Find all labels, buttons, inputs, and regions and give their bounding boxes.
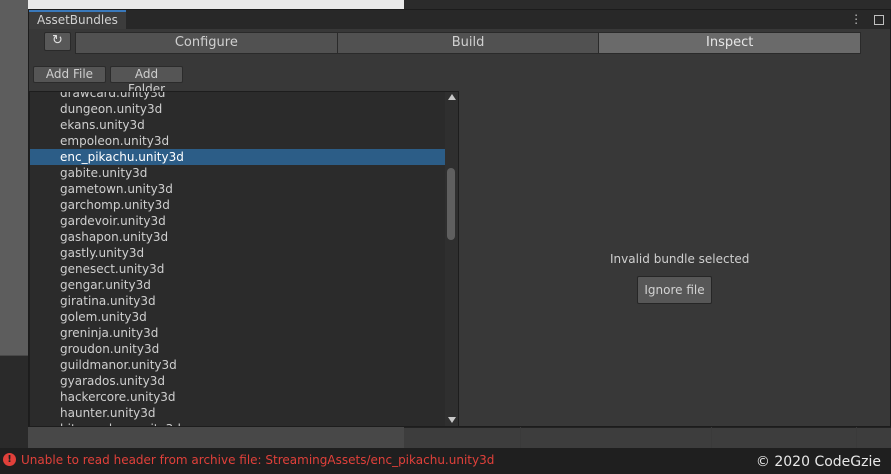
list-item[interactable]: gastly.unity3d — [30, 245, 446, 261]
tab-configure[interactable]: Configure — [75, 32, 338, 54]
tab-inspect[interactable]: Inspect — [599, 32, 862, 54]
list-item[interactable]: empoleon.unity3d — [30, 133, 446, 149]
add-file-button[interactable]: Add File — [33, 66, 106, 83]
list-item[interactable]: haunter.unity3d — [30, 405, 446, 421]
file-list: drawcard.unity3d dungeon.unity3d ekans.uni… — [30, 92, 446, 426]
list-item[interactable]: ekans.unity3d — [30, 117, 446, 133]
title-icons: ⋮ — [850, 12, 884, 26]
list-item[interactable]: gyarados.unity3d — [30, 373, 446, 389]
list-item[interactable]: gengar.unity3d — [30, 277, 446, 293]
error-message[interactable]: Unable to read header from archive file:… — [21, 453, 494, 467]
scroll-down-arrow-icon[interactable] — [448, 417, 456, 423]
tab-build[interactable]: Build — [337, 32, 600, 54]
list-item[interactable]: garchomp.unity3d — [30, 197, 446, 213]
list-item[interactable]: enc_pikachu.unity3d — [30, 149, 446, 165]
menu-icon[interactable]: ⋮ — [850, 12, 866, 26]
list-item[interactable]: drawcard.unity3d — [30, 92, 446, 101]
inspect-message: Invalid bundle selected — [610, 252, 750, 266]
scroll-up-arrow-icon[interactable] — [448, 94, 456, 100]
file-list-panel: drawcard.unity3d dungeon.unity3d ekans.uni… — [29, 91, 459, 427]
scroll-thumb[interactable] — [447, 168, 455, 240]
list-item[interactable]: hitmonchan.unity3d — [30, 421, 446, 426]
background-panel — [404, 427, 891, 449]
list-item[interactable]: gashapon.unity3d — [30, 229, 446, 245]
error-icon: ! — [3, 453, 16, 466]
list-item[interactable]: genesect.unity3d — [30, 261, 446, 277]
refresh-button[interactable]: ↻ — [44, 32, 71, 51]
list-item[interactable]: gardevoir.unity3d — [30, 213, 446, 229]
background-panel — [0, 0, 28, 355]
status-bar: ! Unable to read header from archive fil… — [0, 448, 891, 474]
list-item[interactable]: giratina.unity3d — [30, 293, 446, 309]
list-scrollbar[interactable] — [445, 92, 458, 426]
window-tab[interactable]: AssetBundles — [29, 10, 126, 29]
list-item[interactable]: guildmanor.unity3d — [30, 357, 446, 373]
background-scene — [0, 0, 404, 9]
watermark-text: © 2020 CodeGzie — [755, 454, 881, 470]
maximize-icon[interactable] — [874, 14, 884, 25]
window-titlebar: AssetBundles ⋮ — [29, 10, 890, 29]
list-item[interactable]: gametown.unity3d — [30, 181, 446, 197]
assetbundles-window: AssetBundles ⋮ ↻ Configure Build Inspect… — [28, 9, 891, 427]
ignore-file-button[interactable]: Ignore file — [637, 276, 712, 304]
list-item[interactable]: dungeon.unity3d — [30, 101, 446, 117]
background-panel — [404, 0, 891, 9]
list-item[interactable]: golem.unity3d — [30, 309, 446, 325]
list-item[interactable]: greninja.unity3d — [30, 325, 446, 341]
add-folder-button[interactable]: Add Folder — [110, 66, 183, 96]
list-item[interactable]: groudon.unity3d — [30, 341, 446, 357]
list-item[interactable]: gabite.unity3d — [30, 165, 446, 181]
list-item[interactable]: hackercore.unity3d — [30, 389, 446, 405]
tab-bar: Configure Build Inspect — [75, 32, 862, 54]
background-panel — [0, 356, 28, 448]
